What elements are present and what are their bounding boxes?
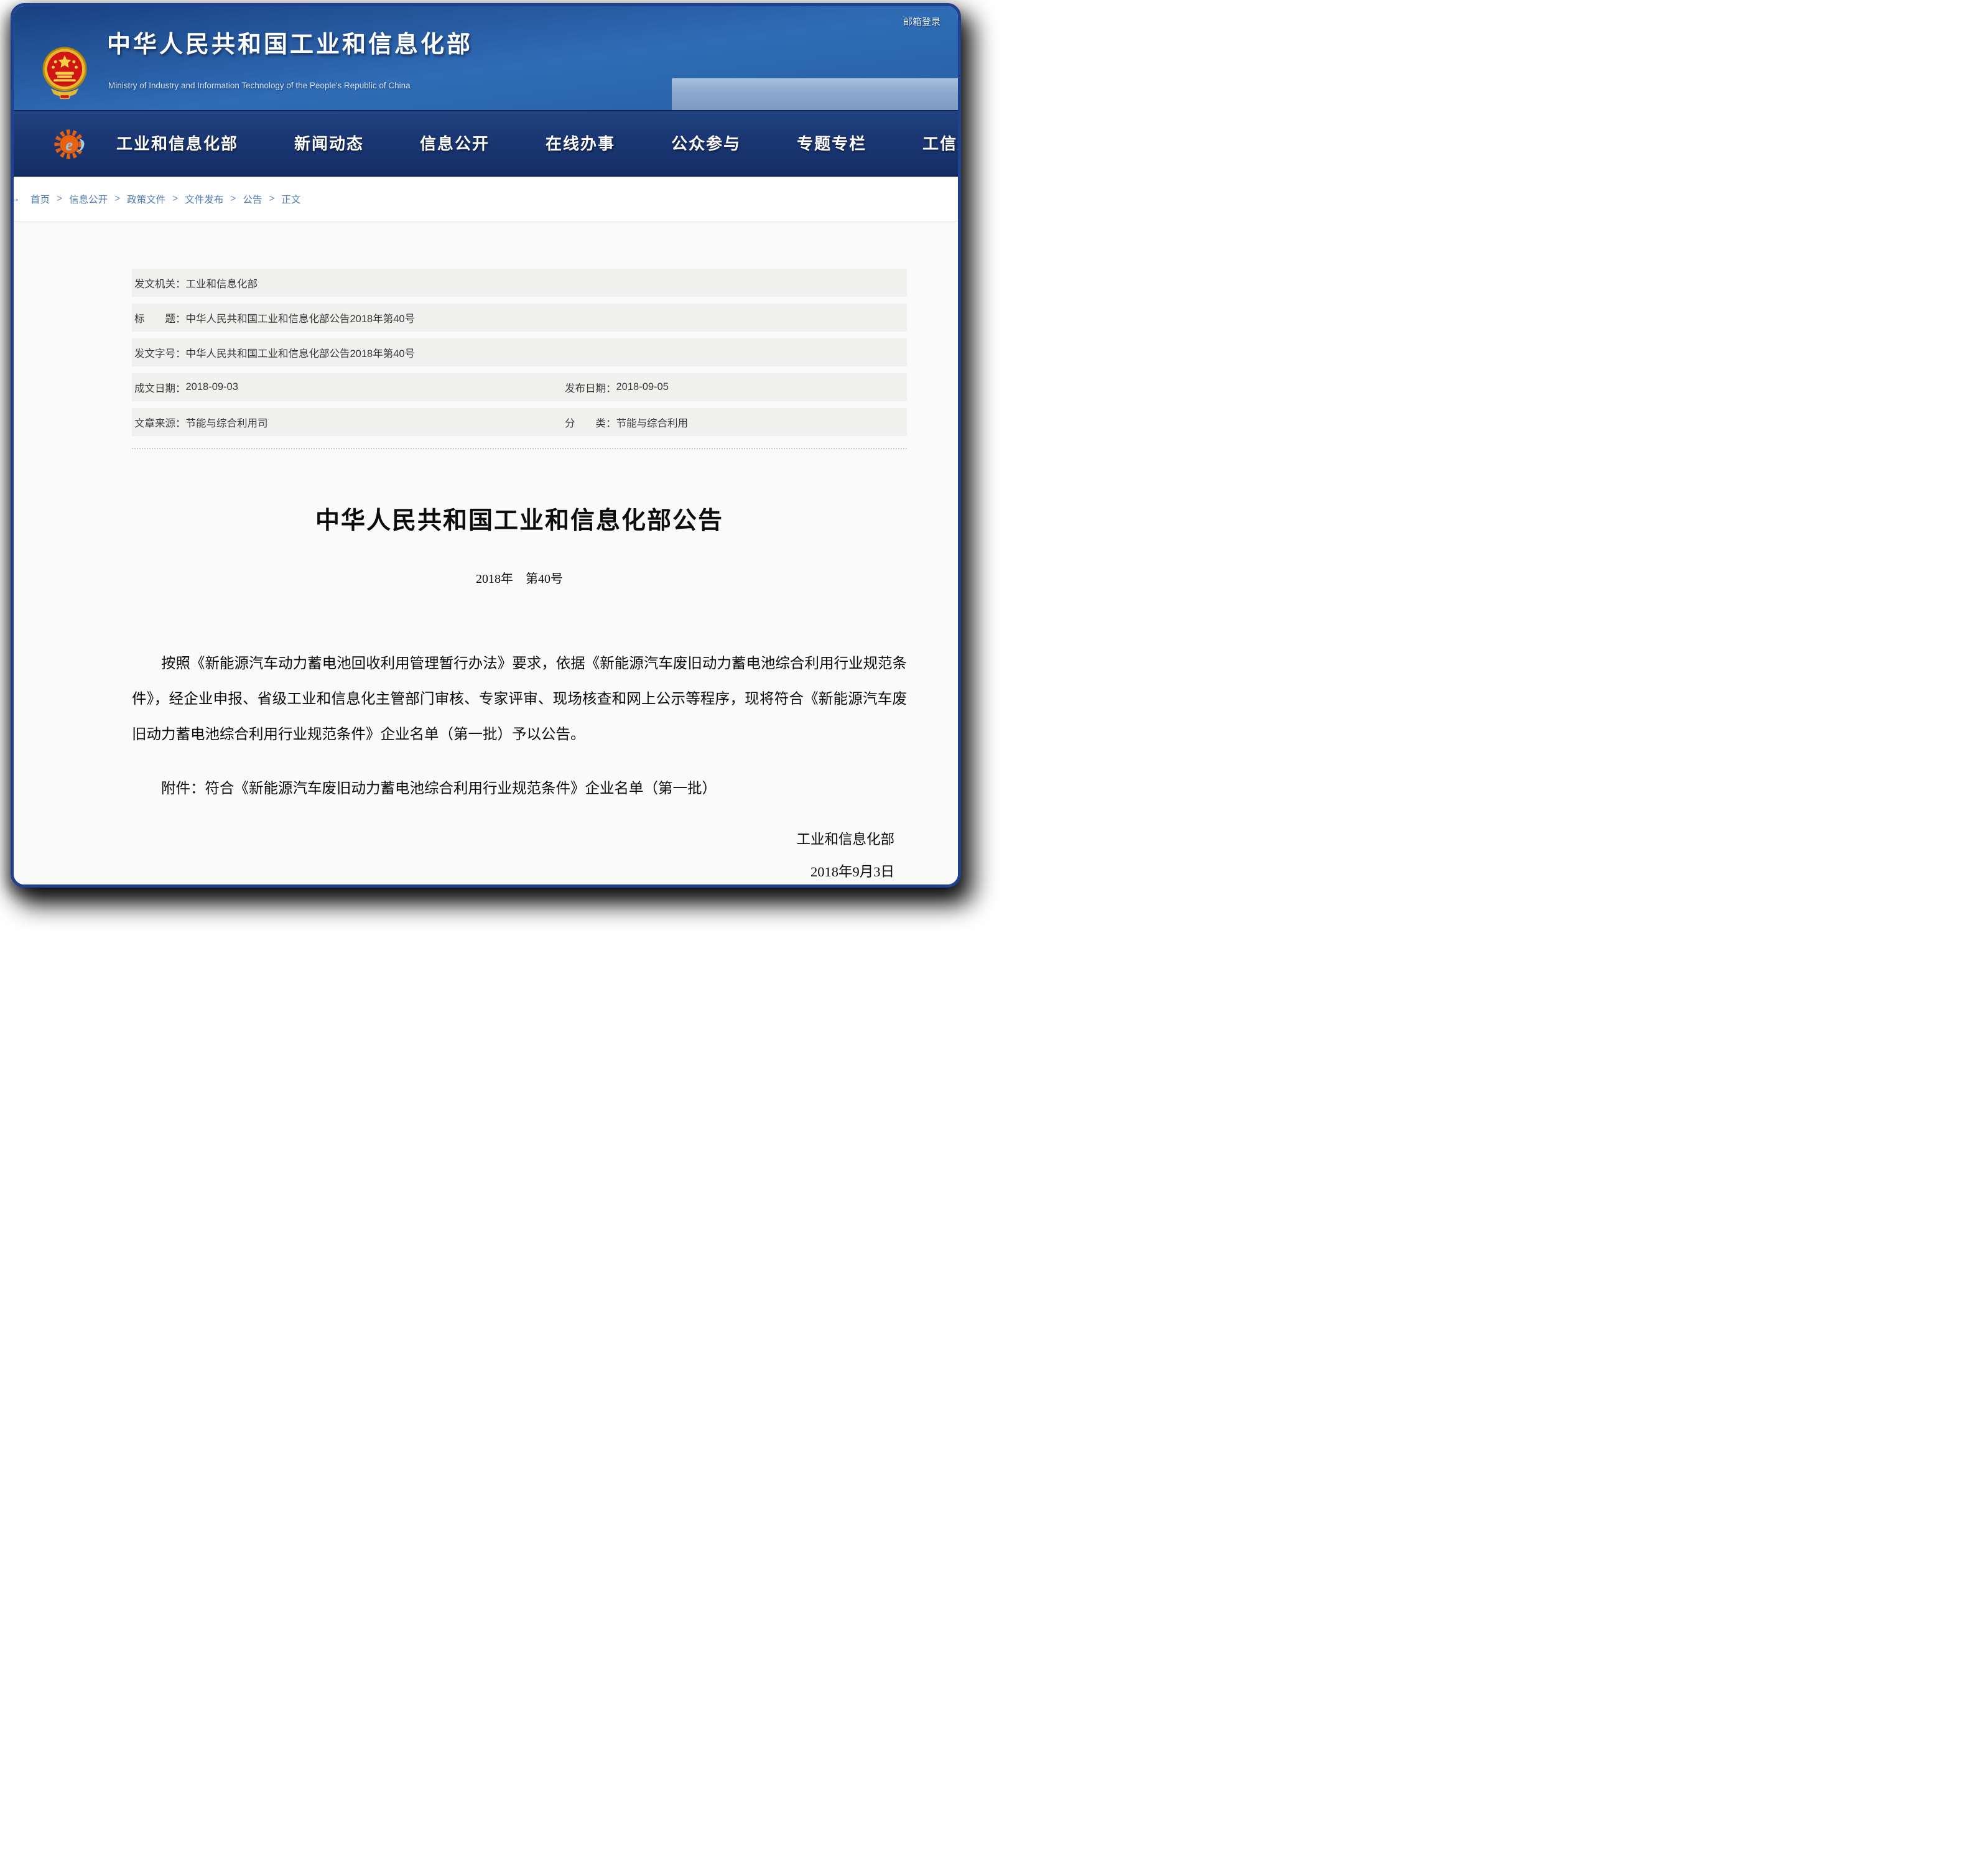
svg-text:e: e (65, 136, 73, 154)
announcement-signature-block: 工业和信息化部 2018年9月3日 (132, 824, 907, 888)
nav-item-news[interactable]: 新闻动态 (294, 131, 364, 154)
site-subtitle: Ministry of Industry and Information Tec… (108, 81, 411, 90)
nav-items: 工业和信息化部 新闻动态 信息公开 在线办事 公众参与 专题专栏 工信数据 (116, 111, 961, 175)
meta-value: 节能与综合利用司 (186, 415, 268, 430)
announcement-title: 中华人民共和国工业和信息化部公告 (132, 501, 907, 536)
header-search-input[interactable] (672, 78, 959, 111)
meta-label: 文章来源： (134, 415, 186, 430)
breadcrumb-separator: > (230, 193, 236, 205)
breadcrumb-separator: > (114, 193, 120, 205)
meta-row-dates: 成文日期： 2018-09-03 发布日期： 2018-09-05 (132, 373, 907, 401)
main-nav: e 工业和信息化部 新闻动态 信息公开 在线办事 公众参与 专题专栏 工信数据 (14, 110, 958, 177)
nav-item-online-services[interactable]: 在线办事 (546, 131, 615, 154)
meta-label: 标 题： (134, 310, 186, 325)
meta-value: 中华人民共和国工业和信息化部公告2018年第40号 (186, 345, 416, 360)
site-header: 邮箱登录 中华人民共和国工业和信息化部 Ministry of Industry… (14, 6, 958, 110)
nav-item-special-topics[interactable]: 专题专栏 (797, 131, 866, 154)
nav-item-info-disclosure[interactable]: 信息公开 (420, 131, 490, 154)
meta-row-document-number: 发文字号： 中华人民共和国工业和信息化部公告2018年第40号 (132, 338, 907, 366)
dotted-divider (132, 443, 907, 449)
meta-value: 中华人民共和国工业和信息化部公告2018年第40号 (186, 310, 416, 325)
document-meta-table: 发文机关： 工业和信息化部 标 题： 中华人民共和国工业和信息化部公告2018年… (132, 269, 907, 436)
breadcrumb: → 首页 > 信息公开 > 政策文件 > 文件发布 > 公告 > 正文 (14, 177, 958, 221)
meta-value: 工业和信息化部 (186, 276, 258, 290)
breadcrumb-separator: > (57, 193, 62, 205)
meta-label: 分 类： (565, 415, 616, 430)
meta-row-title: 标 题： 中华人民共和国工业和信息化部公告2018年第40号 (132, 304, 907, 332)
article-content: 发文机关： 工业和信息化部 标 题： 中华人民共和国工业和信息化部公告2018年… (14, 269, 958, 888)
meta-label: 发文机关： (134, 276, 186, 290)
announcement-attachment-line: 附件：符合《新能源汽车废旧动力蓄电池综合利用行业规范条件》企业名单（第一批） (132, 776, 907, 797)
breadcrumb-policy-documents[interactable]: 政策文件 (127, 192, 165, 206)
signature-agency: 工业和信息化部 (132, 824, 894, 856)
announcement-body-paragraph: 按照《新能源汽车动力蓄电池回收利用管理暂行办法》要求，依据《新能源汽车废旧动力蓄… (132, 646, 907, 753)
breadcrumb-announcements[interactable]: 公告 (243, 192, 262, 206)
breadcrumb-arrow-icon: → (11, 193, 25, 205)
meta-label: 发文字号： (134, 345, 186, 360)
announcement-issue-number: 2018年 第40号 (132, 569, 907, 587)
nav-item-miit-data[interactable]: 工信数据 (922, 131, 961, 154)
breadcrumb-separator: > (269, 193, 274, 205)
breadcrumb-separator: > (172, 193, 178, 205)
meta-label: 成文日期： (134, 380, 186, 395)
page-card: 邮箱登录 中华人民共和国工业和信息化部 Ministry of Industry… (11, 3, 961, 888)
meta-value: 节能与综合利用 (616, 415, 689, 430)
breadcrumb-document-release[interactable]: 文件发布 (185, 192, 223, 206)
meta-label: 发布日期： (565, 380, 616, 395)
site-title: 中华人民共和国工业和信息化部 (107, 25, 473, 59)
signature-date: 2018年9月3日 (132, 856, 894, 888)
nav-item-miit[interactable]: 工业和信息化部 (116, 131, 238, 154)
meta-row-source-category: 文章来源： 节能与综合利用司 分 类： 节能与综合利用 (132, 408, 907, 436)
breadcrumb-current-page: 正文 (281, 192, 300, 206)
nav-item-public-participation[interactable]: 公众参与 (671, 131, 741, 154)
mailbox-login-link[interactable]: 邮箱登录 (903, 15, 941, 28)
miit-gear-logo-icon: e (53, 127, 88, 162)
meta-value: 2018-09-03 (186, 381, 238, 393)
meta-row-issuing-agency: 发文机关： 工业和信息化部 (132, 269, 907, 297)
meta-value: 2018-09-05 (616, 381, 669, 393)
breadcrumb-info-disclosure[interactable]: 信息公开 (69, 192, 108, 206)
national-emblem-icon (42, 40, 88, 106)
breadcrumb-home[interactable]: 首页 (30, 192, 50, 206)
